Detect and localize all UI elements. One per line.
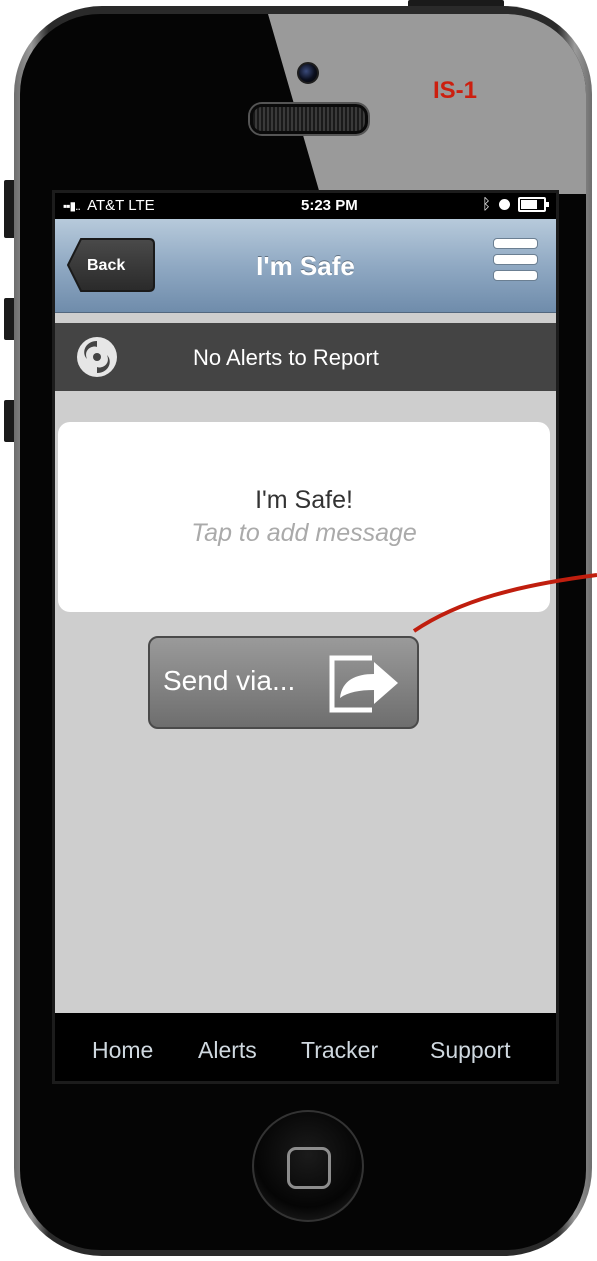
annotation-callout-line [412, 573, 597, 633]
home-button[interactable] [252, 1110, 364, 1222]
phone-frame: IS-1 ▪▪▮.. AT&T LTE 5:23 PM ᛒ Back I'm S… [0, 0, 597, 1261]
home-square-icon [287, 1147, 331, 1189]
